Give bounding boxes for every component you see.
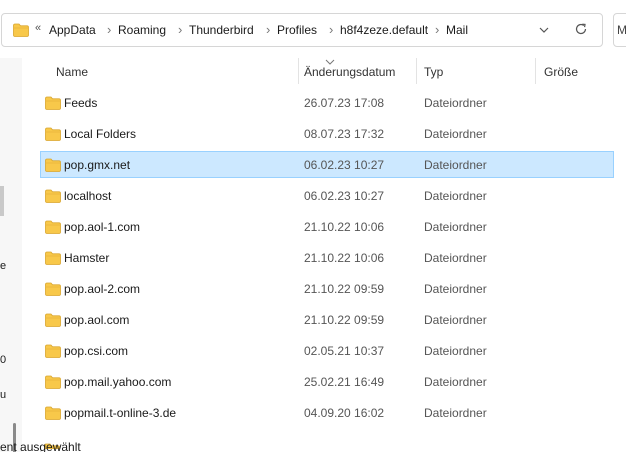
file-type: Dateiordner — [424, 282, 487, 296]
search-placeholder: M — [617, 23, 626, 37]
folder-icon — [45, 127, 61, 144]
navigation-pane[interactable]: e 0 u — [0, 58, 22, 452]
column-divider[interactable] — [298, 58, 299, 84]
list-item[interactable]: popmail.t-online-3.de 04.09.20 16:02 Dat… — [40, 399, 614, 426]
file-name: pop.aol-2.com — [64, 282, 141, 296]
column-header-size[interactable]: Größe — [544, 65, 578, 79]
list-item[interactable]: pop.aol-2.com 21.10.22 09:59 Dateiordner — [40, 275, 614, 302]
list-item[interactable]: pop.aol.com 21.10.22 09:59 Dateiordner — [40, 306, 614, 333]
list-item[interactable]: pop.mail.yahoo.com 25.02.21 16:49 Dateio… — [40, 368, 614, 395]
nav-item-fragment[interactable]: u — [0, 389, 6, 401]
file-type: Dateiordner — [424, 375, 487, 389]
column-divider[interactable] — [416, 58, 417, 84]
list-item[interactable]: localhost 06.02.23 10:27 Dateiordner — [40, 182, 614, 209]
file-date: 06.02.23 10:27 — [304, 158, 385, 172]
column-divider[interactable] — [535, 58, 536, 84]
list-item[interactable]: Hamster 21.10.22 10:06 Dateiordner — [40, 244, 614, 271]
file-name: pop.csi.com — [64, 344, 129, 358]
file-name: Hamster — [64, 251, 110, 265]
file-type: Dateiordner — [424, 344, 487, 358]
file-type: Dateiordner — [424, 158, 487, 172]
folder-icon — [45, 375, 61, 392]
breadcrumb-separator[interactable]: › — [178, 22, 182, 37]
file-name: Local Folders — [64, 127, 137, 141]
file-date: 04.09.20 16:02 — [304, 406, 385, 420]
folder-icon — [45, 344, 61, 361]
folder-icon — [45, 158, 61, 175]
column-header-row: Name Änderungsdatum Typ Größe — [30, 58, 620, 84]
folder-icon — [45, 282, 61, 299]
folder-icon — [45, 406, 61, 423]
file-date: 21.10.22 09:59 — [304, 282, 385, 296]
folder-icon — [45, 220, 61, 237]
list-item[interactable]: Feeds 26.07.23 17:08 Dateiordner — [40, 89, 614, 116]
file-type: Dateiordner — [424, 96, 487, 110]
nav-item-fragment[interactable]: 0 — [0, 354, 6, 366]
file-date: 02.05.21 10:37 — [304, 344, 385, 358]
file-type: Dateiordner — [424, 189, 487, 203]
breadcrumb-item-current[interactable]: Mail — [446, 23, 468, 37]
nav-item-fragment[interactable]: e — [0, 260, 6, 272]
nav-selection-indicator — [0, 186, 4, 216]
column-header-date[interactable]: Änderungsdatum — [304, 65, 395, 79]
breadcrumb-item[interactable]: Thunderbird — [189, 23, 254, 37]
list-item[interactable]: pop.csi.com 02.05.21 10:37 Dateiordner — [40, 337, 614, 364]
folder-icon — [45, 251, 61, 268]
address-bar[interactable]: « AppData › Roaming › Thunderbird › Prof… — [1, 13, 603, 47]
folder-icon — [45, 189, 61, 206]
breadcrumb-item[interactable]: AppData — [49, 23, 96, 37]
file-date: 21.10.22 10:06 — [304, 220, 385, 234]
breadcrumb-separator[interactable]: › — [107, 22, 111, 37]
file-type: Dateiordner — [424, 251, 487, 265]
file-name: localhost — [64, 189, 112, 203]
list-item-selected[interactable]: pop.gmx.net 06.02.23 10:27 Dateiordner — [40, 151, 614, 178]
breadcrumb-separator[interactable]: › — [329, 22, 333, 37]
file-date: 21.10.22 09:59 — [304, 313, 385, 327]
list-item[interactable]: pop.aol-1.com 21.10.22 10:06 Dateiordner — [40, 213, 614, 240]
folder-icon — [45, 96, 61, 113]
file-date: 21.10.22 10:06 — [304, 251, 385, 265]
file-type: Dateiordner — [424, 127, 487, 141]
breadcrumb-item[interactable]: Roaming — [118, 23, 166, 37]
file-name: pop.aol-1.com — [64, 220, 141, 234]
folder-icon — [45, 313, 61, 330]
list-item[interactable]: Local Folders 08.07.23 17:32 Dateiordner — [40, 120, 614, 147]
status-bar-text: ent ausgewählt — [0, 440, 81, 452]
file-type: Dateiordner — [424, 313, 487, 327]
search-input[interactable]: M — [613, 13, 626, 47]
breadcrumb-item[interactable]: h8f4zeze.default — [340, 23, 428, 37]
refresh-icon[interactable] — [574, 22, 588, 39]
file-name: Feeds — [64, 96, 98, 110]
file-name: popmail.t-online-3.de — [64, 406, 177, 420]
file-name: pop.aol.com — [64, 313, 130, 327]
file-name: pop.mail.yahoo.com — [64, 375, 172, 389]
column-header-name[interactable]: Name — [56, 65, 88, 79]
file-date: 25.02.21 16:49 — [304, 375, 385, 389]
file-name: pop.gmx.net — [64, 158, 131, 172]
breadcrumb-separator[interactable]: › — [435, 22, 439, 37]
file-type: Dateiordner — [424, 406, 487, 420]
overflow-chevron[interactable]: « — [35, 22, 41, 34]
breadcrumb-separator[interactable]: › — [266, 22, 270, 37]
column-header-type[interactable]: Typ — [424, 65, 443, 79]
folder-icon — [13, 23, 29, 40]
file-date: 26.07.23 17:08 — [304, 96, 385, 110]
breadcrumb-item[interactable]: Profiles — [277, 23, 317, 37]
file-date: 06.02.23 10:27 — [304, 189, 385, 203]
chevron-down-icon[interactable] — [538, 24, 550, 39]
file-date: 08.07.23 17:32 — [304, 127, 385, 141]
file-type: Dateiordner — [424, 220, 487, 234]
